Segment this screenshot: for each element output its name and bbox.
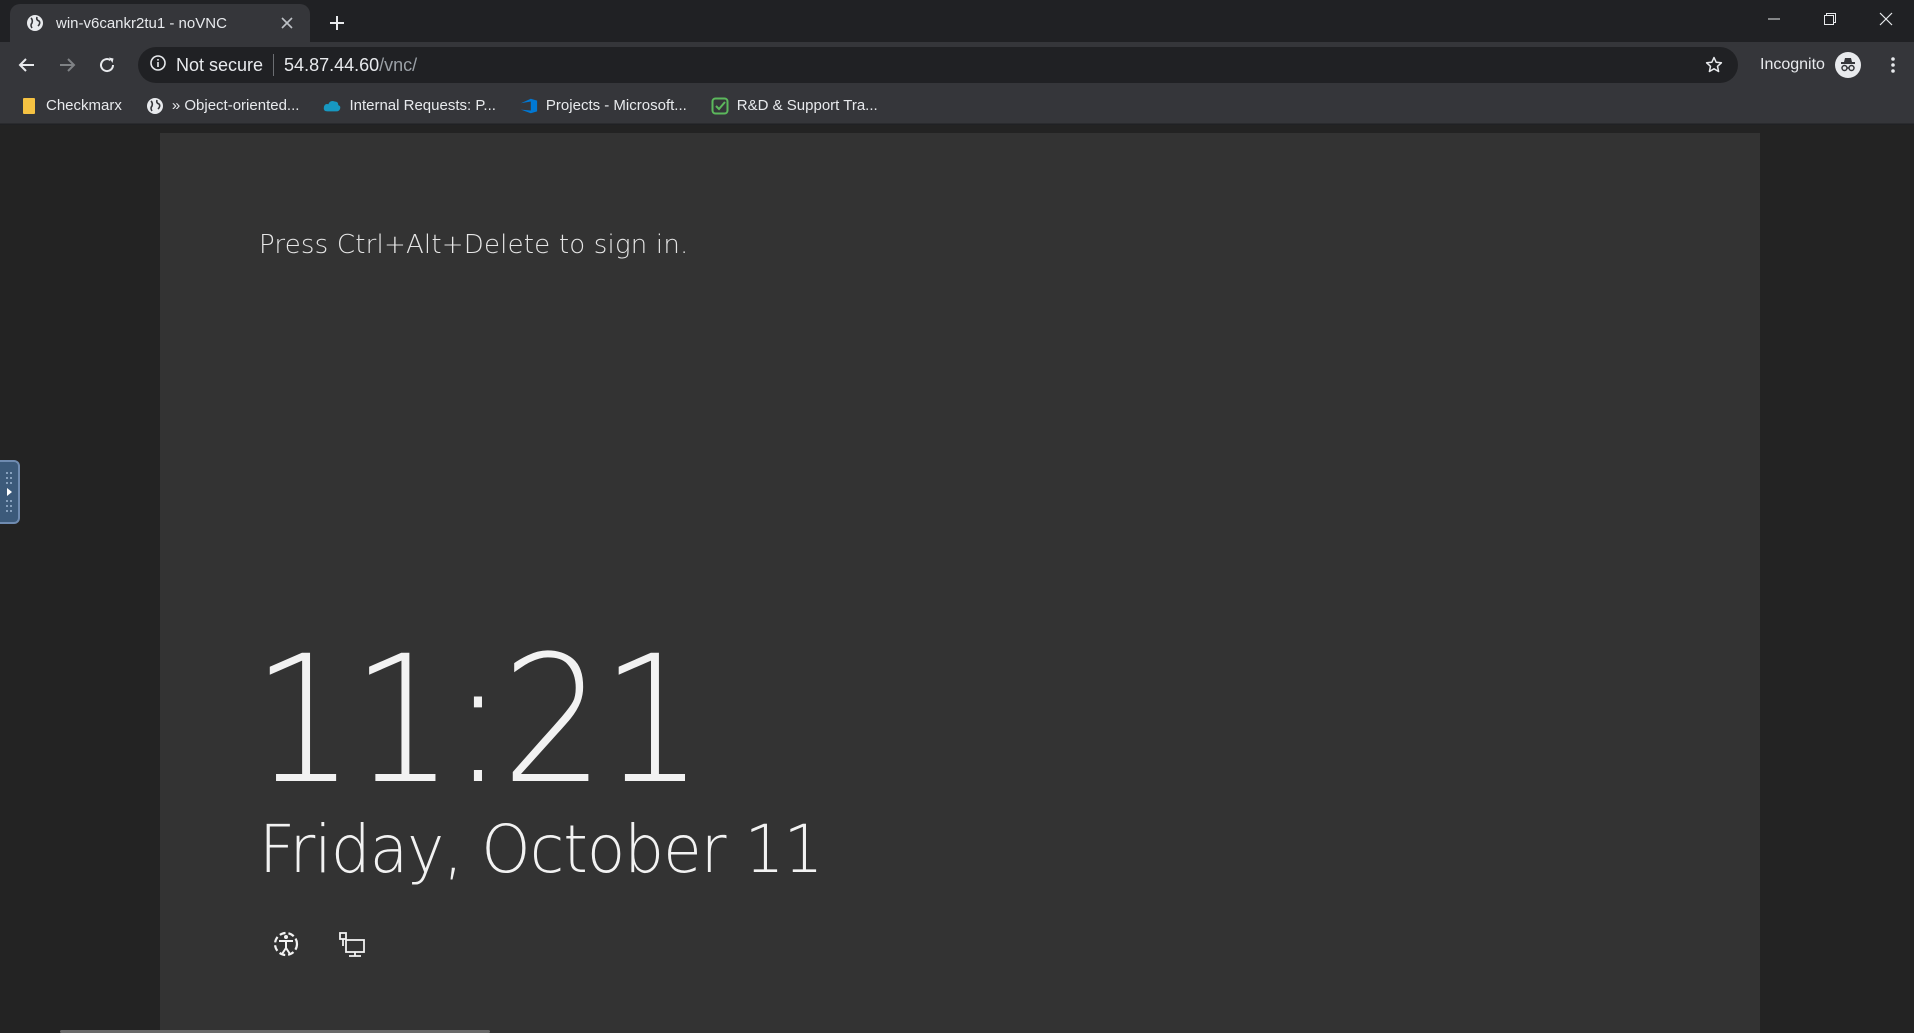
check-icon	[711, 97, 729, 115]
globe-icon	[26, 14, 44, 32]
bookmark-object-oriented[interactable]: » Object-oriented...	[144, 92, 308, 120]
ease-of-access-icon[interactable]	[268, 926, 304, 962]
lockscreen-time: 11:21	[252, 618, 704, 823]
bookmark-label: Internal Requests: P...	[349, 97, 496, 114]
sign-in-prompt: Press Ctrl+Alt+Delete to sign in.	[259, 230, 689, 260]
window-controls	[1746, 0, 1914, 38]
security-label: Not secure	[176, 54, 264, 75]
back-button[interactable]	[8, 46, 46, 84]
remote-desktop-canvas[interactable]: Press Ctrl+Alt+Delete to sign in. 11:21 …	[160, 133, 1760, 1033]
lockscreen-date: Friday, October 11	[259, 811, 823, 888]
url-host: 54.87.44.60	[284, 54, 380, 75]
omnibox-divider	[273, 54, 275, 76]
bookmark-projects-microsoft[interactable]: Projects - Microsoft...	[518, 92, 695, 120]
close-window-button[interactable]	[1858, 0, 1914, 38]
folder-icon	[20, 97, 38, 115]
bookmark-star-icon[interactable]	[1702, 53, 1726, 77]
address-bar[interactable]: Not secure 54.87.44.60/vnc/	[138, 47, 1738, 83]
incognito-label: Incognito	[1760, 56, 1825, 73]
incognito-icon	[1834, 52, 1861, 78]
forward-button[interactable]	[48, 46, 86, 84]
info-icon	[150, 54, 166, 76]
browser-toolbar: Not secure 54.87.44.60/vnc/ Incognito	[0, 42, 1914, 88]
incognito-indicator[interactable]: Incognito	[1760, 50, 1861, 80]
more-menu-icon[interactable]	[1878, 50, 1908, 80]
network-icon[interactable]	[334, 926, 370, 962]
restore-button[interactable]	[1802, 0, 1858, 38]
reload-button[interactable]	[88, 46, 126, 84]
new-tab-button[interactable]	[322, 8, 352, 38]
page-viewport: Press Ctrl+Alt+Delete to sign in. 11:21 …	[0, 125, 1914, 1033]
bookmark-label: » Object-oriented...	[171, 97, 300, 114]
url-path: /vnc/	[379, 54, 418, 75]
tab-strip: win-v6cankr2tu1 - noVNC	[0, 0, 1914, 42]
cloud-icon	[323, 97, 341, 115]
tab-active[interactable]: win-v6cankr2tu1 - noVNC	[10, 4, 310, 42]
azure-devops-icon	[520, 97, 538, 115]
bookmark-label: Checkmarx	[46, 97, 122, 114]
bookmark-label: Projects - Microsoft...	[545, 97, 687, 114]
site-info-chip[interactable]: Not secure	[150, 55, 263, 76]
minimize-button[interactable]	[1746, 0, 1802, 38]
browser-window: win-v6cankr2tu1 - noVNC Not secure 54.87…	[0, 0, 1914, 1033]
bookmark-rd-support[interactable]: R&D & Support Tra...	[709, 92, 886, 120]
tab-title: win-v6cankr2tu1 - noVNC	[56, 14, 227, 32]
bookmarks-bar: Checkmarx » Object-oriented... Internal …	[0, 88, 1914, 124]
globe-icon	[146, 97, 164, 115]
bookmark-internal-requests[interactable]: Internal Requests: P...	[321, 92, 503, 120]
bookmark-checkmarx[interactable]: Checkmarx	[18, 92, 130, 120]
tab-close-icon[interactable]	[276, 12, 298, 34]
novnc-control-bar-handle[interactable]	[0, 460, 20, 524]
bookmark-label: R&D & Support Tra...	[736, 97, 878, 114]
